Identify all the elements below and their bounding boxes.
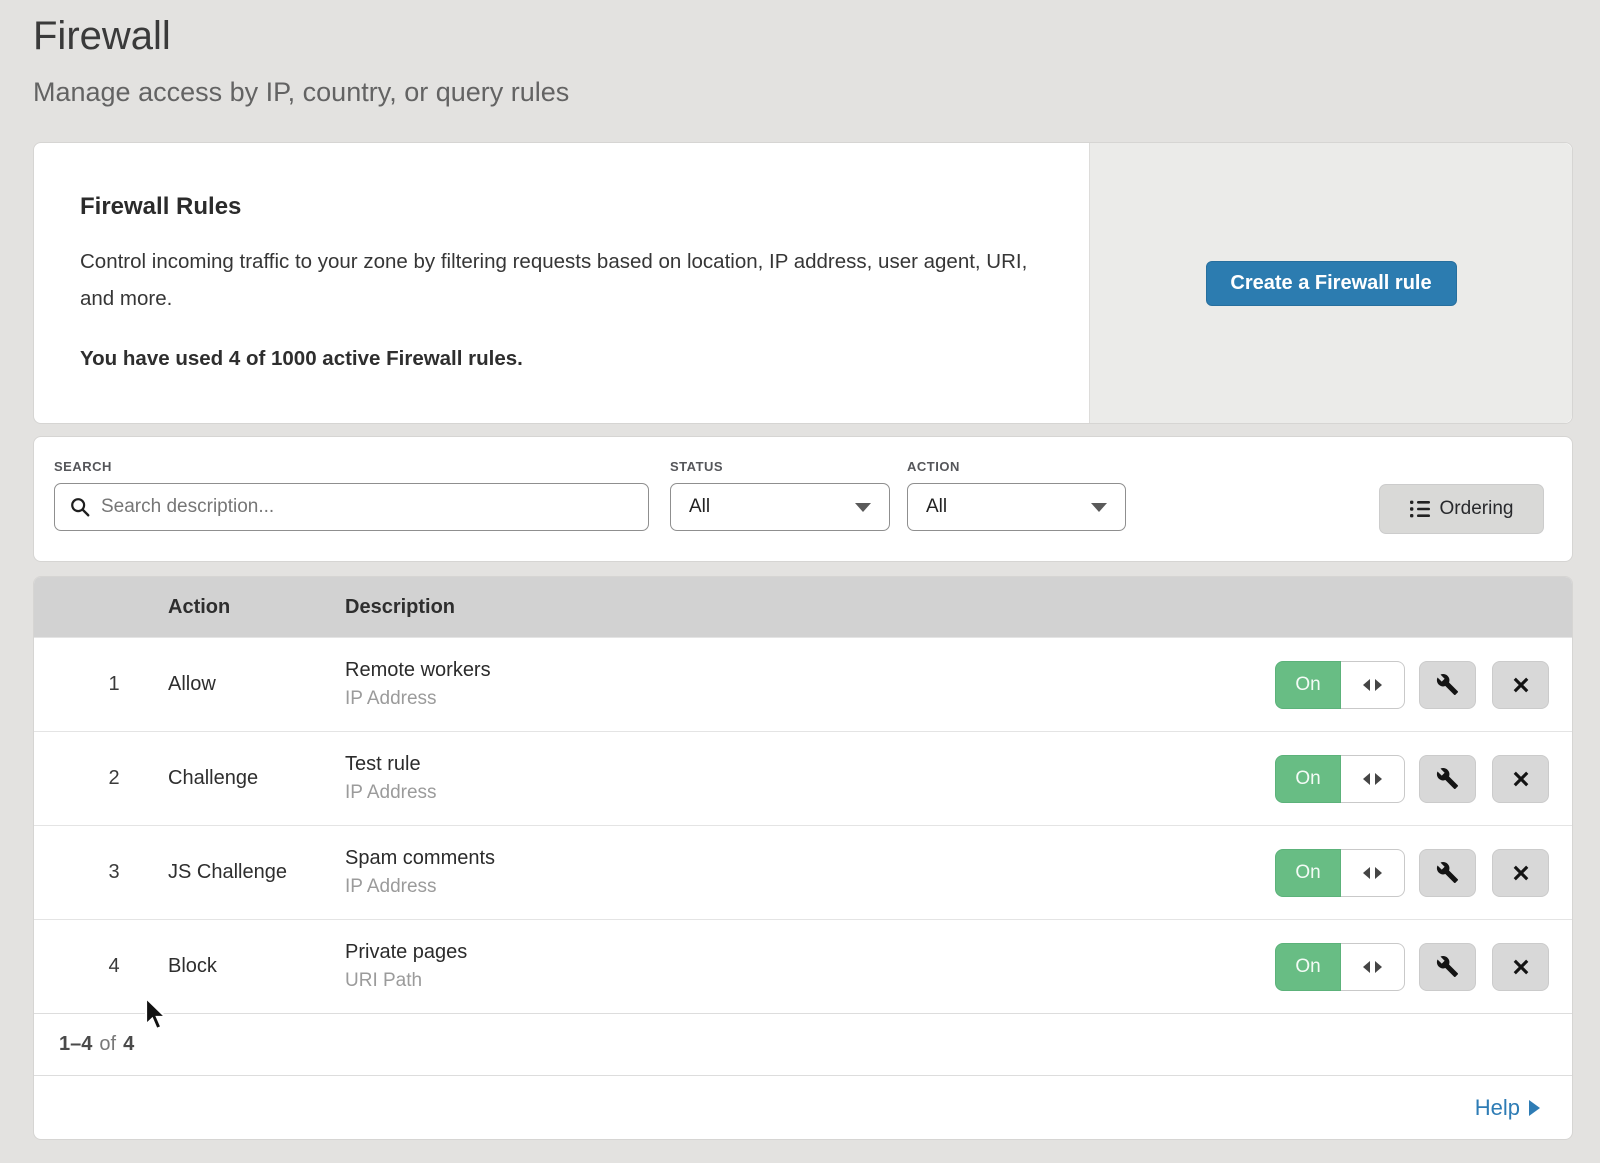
rule-controls: On (1275, 849, 1572, 897)
edit-rule-button[interactable] (1419, 661, 1476, 709)
ordering-button[interactable]: Ordering (1379, 484, 1544, 534)
create-rule-panel: Create a Firewall rule (1089, 143, 1572, 423)
delete-rule-button[interactable] (1492, 943, 1549, 991)
pagination: 1–4 of 4 (34, 1013, 1572, 1075)
rule-action: Challenge (168, 767, 345, 790)
rule-match-type: URI Path (345, 970, 1275, 992)
rule-enabled-toggle[interactable]: On (1275, 943, 1405, 991)
table-row: 1 Allow Remote workers IP Address On (34, 637, 1572, 731)
firewall-rules-info: Firewall Rules Control incoming traffic … (34, 143, 1089, 423)
create-firewall-rule-button[interactable]: Create a Firewall rule (1206, 261, 1457, 306)
table-row: 4 Block Private pages URI Path On (34, 919, 1572, 1013)
card-footer: Help (34, 1075, 1572, 1139)
action-select[interactable]: All (907, 483, 1126, 531)
delete-rule-button[interactable] (1492, 849, 1549, 897)
rule-priority: 4 (34, 955, 168, 978)
action-column-header: Action (168, 596, 345, 619)
close-icon (1510, 674, 1532, 696)
search-icon (69, 496, 91, 518)
close-icon (1510, 768, 1532, 790)
status-selected-value: All (689, 496, 710, 518)
table-row: 2 Challenge Test rule IP Address On (34, 731, 1572, 825)
rule-match-type: IP Address (345, 782, 1275, 804)
rule-action: Allow (168, 673, 345, 696)
mouse-cursor (144, 997, 170, 1031)
toggle-arrows-icon (1341, 661, 1405, 709)
page-title: Firewall (33, 12, 1573, 60)
firewall-rules-card: Firewall Rules Control incoming traffic … (33, 142, 1573, 424)
rule-action: Block (168, 955, 345, 978)
toggle-on-label: On (1275, 943, 1341, 991)
chevron-down-icon (1091, 503, 1107, 512)
rule-priority: 2 (34, 767, 168, 790)
action-selected-value: All (926, 496, 947, 518)
rule-match-type: IP Address (345, 688, 1275, 710)
pagination-total: 4 (123, 1033, 134, 1056)
description-column-header: Description (345, 596, 1572, 619)
search-label: SEARCH (54, 459, 649, 474)
close-icon (1510, 862, 1532, 884)
rules-usage-text: You have used 4 of 1000 active Firewall … (80, 347, 1049, 371)
pagination-range: 1–4 (59, 1033, 92, 1056)
rule-enabled-toggle[interactable]: On (1275, 661, 1405, 709)
toggle-on-label: On (1275, 849, 1341, 897)
close-icon (1510, 956, 1532, 978)
edit-rule-button[interactable] (1419, 755, 1476, 803)
rule-match-type: IP Address (345, 876, 1275, 898)
help-link-label: Help (1475, 1095, 1520, 1121)
toggle-arrows-icon (1341, 943, 1405, 991)
delete-rule-button[interactable] (1492, 661, 1549, 709)
wrench-icon (1436, 673, 1459, 696)
delete-rule-button[interactable] (1492, 755, 1549, 803)
rule-enabled-toggle[interactable]: On (1275, 849, 1405, 897)
firewall-page: Firewall Manage access by IP, country, o… (0, 0, 1600, 1140)
wrench-icon (1436, 767, 1459, 790)
wrench-icon (1436, 955, 1459, 978)
ordering-button-label: Ordering (1440, 498, 1514, 520)
edit-rule-button[interactable] (1419, 943, 1476, 991)
rule-description: Private pages (345, 941, 1275, 964)
action-label: ACTION (907, 459, 1126, 474)
ordered-list-icon (1410, 500, 1430, 518)
rule-priority: 1 (34, 673, 168, 696)
card-heading: Firewall Rules (80, 193, 1049, 221)
rule-priority: 3 (34, 861, 168, 884)
rule-controls: On (1275, 943, 1572, 991)
table-row: 3 JS Challenge Spam comments IP Address … (34, 825, 1572, 919)
firewall-rules-table: Action Description 1 Allow Remote worker… (33, 576, 1573, 1140)
rule-controls: On (1275, 661, 1572, 709)
rule-description: Remote workers (345, 659, 1275, 682)
rule-description: Test rule (345, 753, 1275, 776)
toggle-arrows-icon (1341, 755, 1405, 803)
status-select[interactable]: All (670, 483, 890, 531)
filters-bar: SEARCH STATUS All ACTION All (33, 436, 1573, 562)
toggle-on-label: On (1275, 661, 1341, 709)
pagination-of: of (99, 1033, 116, 1056)
rule-description: Spam comments (345, 847, 1275, 870)
help-link[interactable]: Help (1475, 1095, 1540, 1121)
table-header: Action Description (34, 577, 1572, 637)
rule-action: JS Challenge (168, 861, 345, 884)
toggle-arrows-icon (1341, 849, 1405, 897)
chevron-down-icon (855, 503, 871, 512)
edit-rule-button[interactable] (1419, 849, 1476, 897)
wrench-icon (1436, 861, 1459, 884)
rule-controls: On (1275, 755, 1572, 803)
arrow-right-icon (1529, 1100, 1540, 1116)
status-label: STATUS (670, 459, 890, 474)
search-box[interactable] (54, 483, 649, 531)
rule-enabled-toggle[interactable]: On (1275, 755, 1405, 803)
card-description: Control incoming traffic to your zone by… (80, 243, 1030, 317)
search-input[interactable] (101, 496, 634, 518)
page-subtitle: Manage access by IP, country, or query r… (33, 76, 1573, 108)
toggle-on-label: On (1275, 755, 1341, 803)
